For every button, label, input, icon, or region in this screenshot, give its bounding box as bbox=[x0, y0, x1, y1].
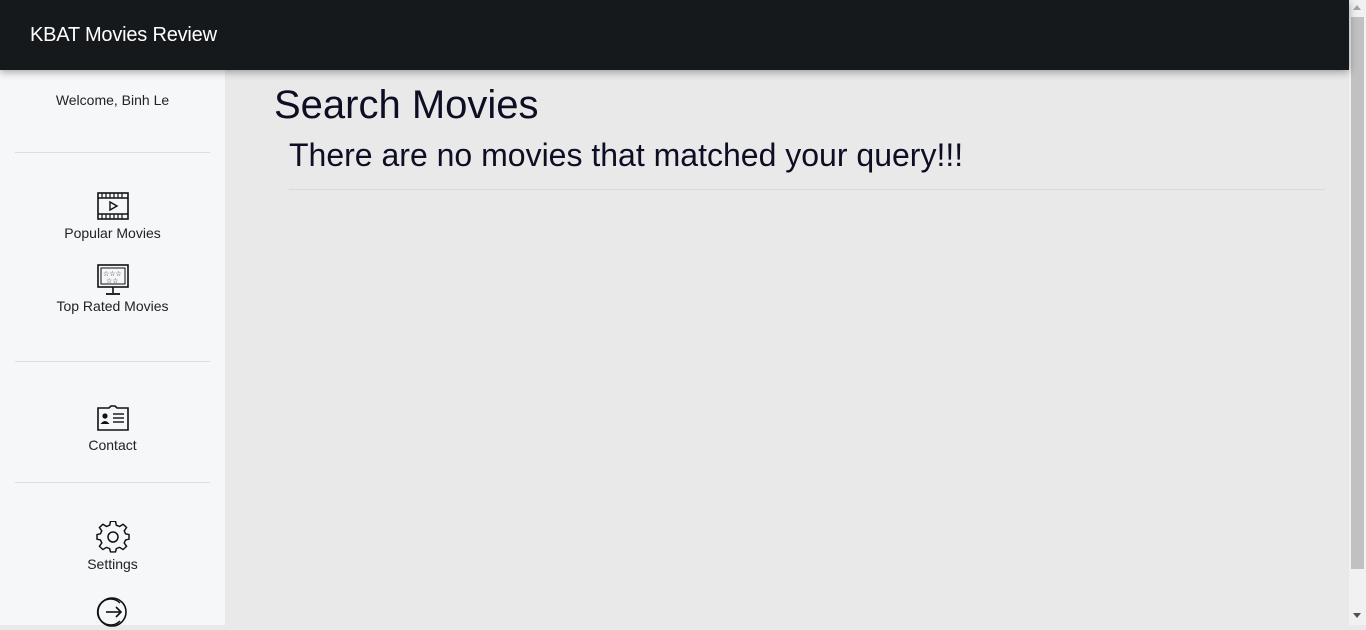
sidebar-divider bbox=[15, 361, 210, 362]
film-play-icon bbox=[96, 192, 129, 220]
logout-icon bbox=[96, 597, 127, 627]
message-divider bbox=[289, 189, 1325, 190]
page-title: Search Movies bbox=[274, 83, 539, 127]
sidebar-item-contact[interactable]: Contact bbox=[0, 402, 225, 453]
gear-icon bbox=[95, 521, 130, 553]
sidebar-item-popular-movies[interactable]: Popular Movies bbox=[0, 190, 225, 241]
no-results-message: There are no movies that matched your qu… bbox=[289, 137, 964, 173]
welcome-message: Welcome, Binh Le bbox=[55, 92, 170, 108]
vertical-scrollbar[interactable] bbox=[1349, 0, 1366, 625]
sidebar: Welcome, Binh Le Popular Movies ☆☆☆ ☆☆ T… bbox=[0, 70, 225, 627]
scroll-up-arrow-icon[interactable] bbox=[1353, 5, 1361, 10]
monitor-stars-icon: ☆☆☆ ☆☆ bbox=[96, 264, 129, 295]
svg-text:☆☆: ☆☆ bbox=[106, 277, 119, 285]
sidebar-divider bbox=[15, 482, 210, 483]
contact-card-icon bbox=[96, 405, 129, 431]
main-content: Search Movies There are no movies that m… bbox=[225, 70, 1349, 625]
sidebar-item-label: Contact bbox=[88, 437, 137, 453]
sidebar-divider bbox=[15, 152, 210, 153]
app-brand-title[interactable]: KBAT Movies Review bbox=[30, 23, 217, 47]
sidebar-item-label: Top Rated Movies bbox=[56, 298, 169, 314]
sidebar-item-label: Settings bbox=[87, 556, 138, 572]
scrollbar-thumb[interactable] bbox=[1351, 17, 1364, 569]
scroll-down-arrow-icon[interactable] bbox=[1353, 613, 1361, 618]
top-navbar: KBAT Movies Review bbox=[0, 0, 1349, 70]
sidebar-item-top-rated-movies[interactable]: ☆☆☆ ☆☆ Top Rated Movies bbox=[0, 263, 225, 314]
sidebar-item-label: Popular Movies bbox=[64, 225, 161, 241]
sidebar-item-settings[interactable]: Settings bbox=[0, 521, 225, 572]
